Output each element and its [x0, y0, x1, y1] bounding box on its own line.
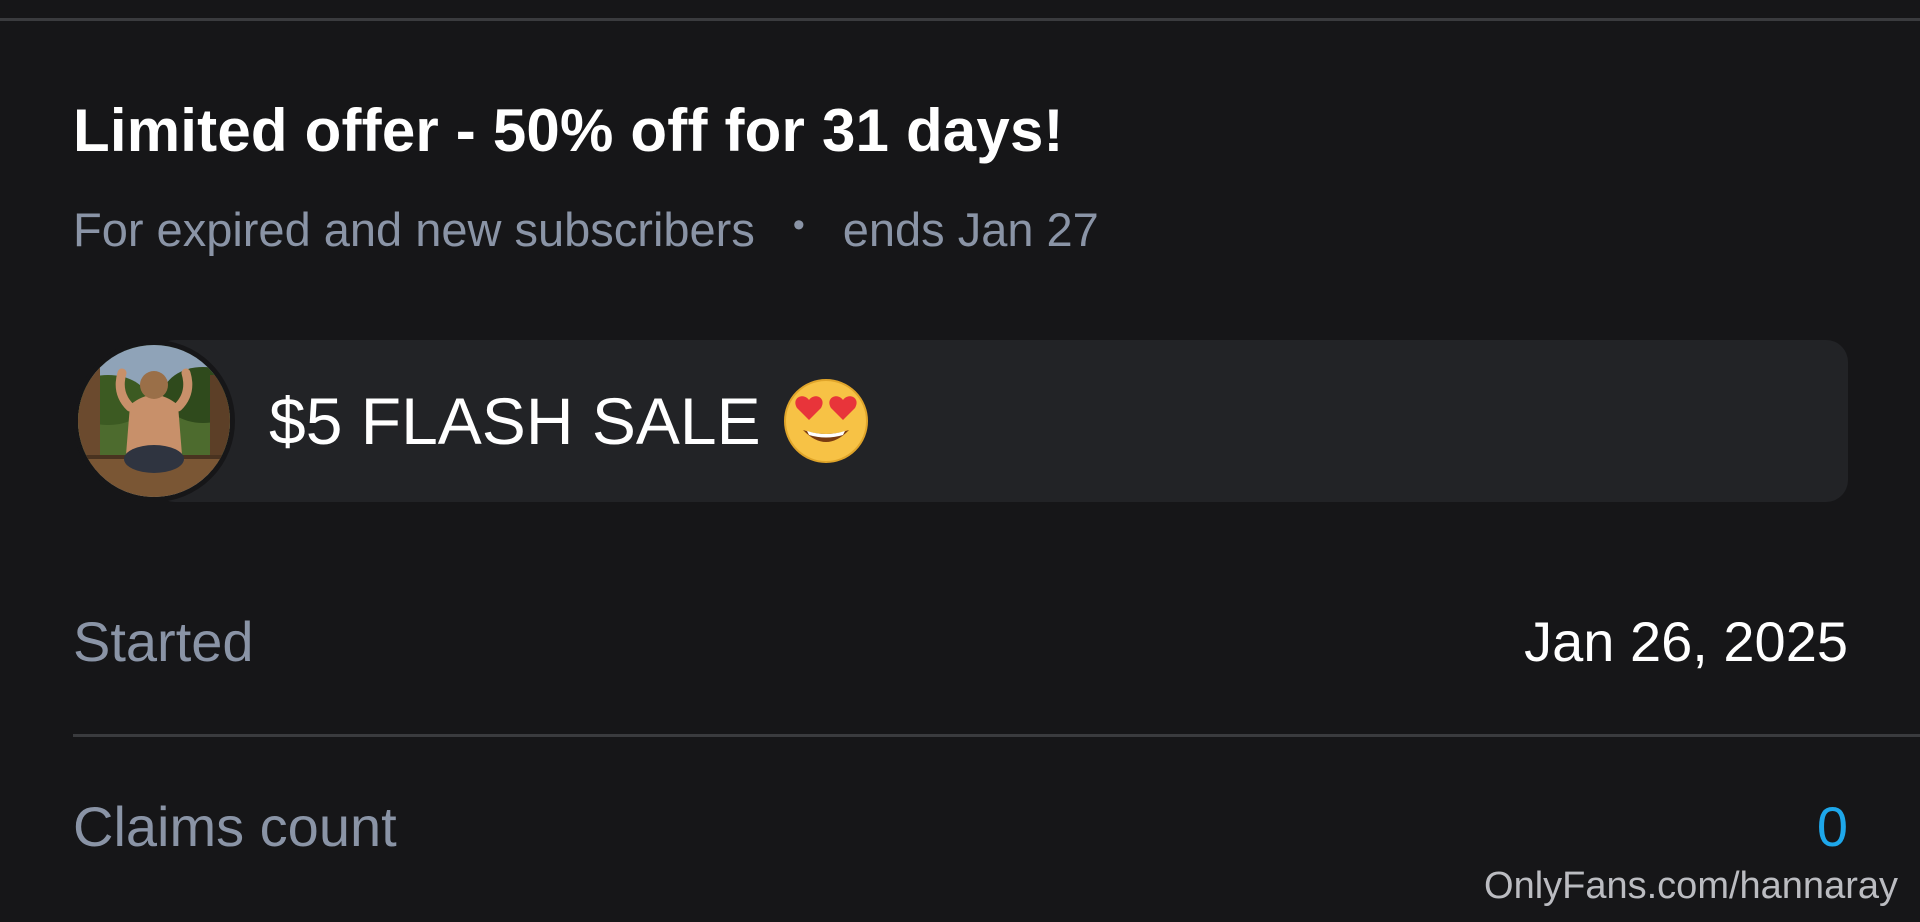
- promo-title: Limited offer - 50% off for 31 days!: [73, 97, 1064, 164]
- promo-message-card: $5 FLASH SALE: [73, 340, 1848, 502]
- heart-eyes-emoji-icon: [783, 378, 869, 464]
- subline-separator: •: [792, 206, 805, 244]
- started-row: Started Jan 26, 2025: [73, 601, 1848, 681]
- promo-subline: For expired and new subscribers • ends J…: [73, 202, 1099, 257]
- message-text: $5 FLASH SALE: [269, 384, 761, 458]
- top-divider: [0, 18, 1920, 21]
- promo-end-date: ends Jan 27: [842, 203, 1099, 256]
- claims-label: Claims count: [73, 794, 397, 858]
- started-value: Jan 26, 2025: [1524, 609, 1848, 673]
- avatar[interactable]: [73, 340, 235, 502]
- promo-audience: For expired and new subscribers: [73, 203, 755, 256]
- message-text-row: $5 FLASH SALE: [269, 378, 869, 464]
- row-divider: [73, 734, 1920, 737]
- watermark: OnlyFans.com/hannaray: [1484, 865, 1898, 907]
- started-label: Started: [73, 609, 254, 673]
- avatar-photo: [78, 345, 230, 497]
- claims-row: Claims count 0: [73, 786, 1848, 866]
- claims-value[interactable]: 0: [1817, 794, 1848, 859]
- offer-details-screen: Limited offer - 50% off for 31 days! For…: [0, 0, 1920, 922]
